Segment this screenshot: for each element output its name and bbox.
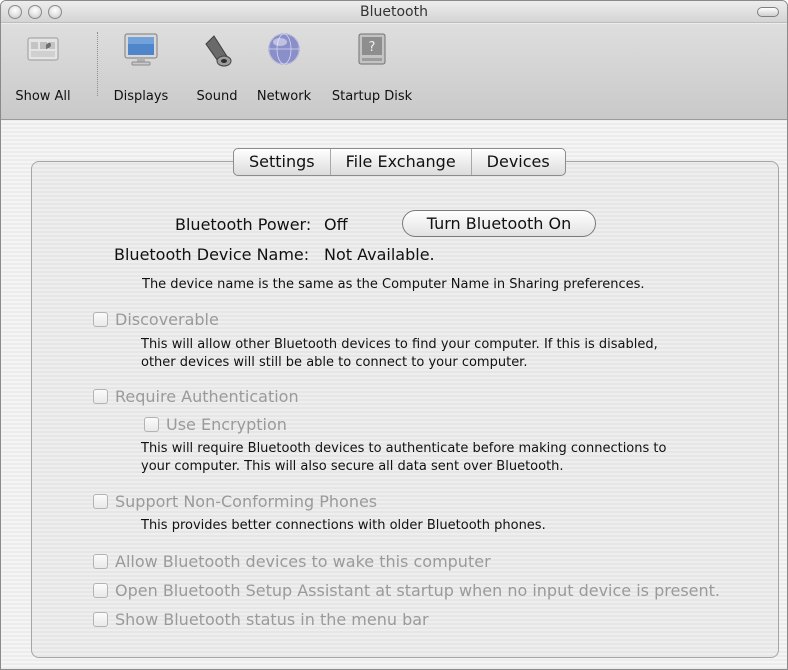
toolbar-label: Show All (15, 89, 71, 104)
require-authentication-desc-line1: This will require Bluetooth devices to a… (141, 441, 667, 456)
tab-file-exchange[interactable]: File Exchange (331, 149, 472, 175)
toolbar-separator (97, 32, 98, 96)
discoverable-desc-line1: This will allow other Bluetooth devices … (141, 337, 658, 352)
require-authentication-label: Require Authentication (115, 387, 299, 406)
non-conforming-phones-desc: This provides better connections with ol… (141, 518, 546, 533)
toolbar-show-all[interactable]: Show All (3, 28, 83, 104)
show-all-icon (24, 30, 62, 68)
device-name-note: The device name is the same as the Compu… (142, 277, 645, 292)
toolbar-startup-disk[interactable]: ? Startup Disk (324, 28, 420, 104)
toolbar-label: Startup Disk (331, 89, 413, 104)
require-authentication-desc-line2: your computer. This will also secure all… (141, 459, 564, 474)
sound-icon (198, 30, 236, 68)
use-encryption-label: Use Encryption (166, 415, 287, 434)
window-title: Bluetooth (360, 4, 428, 20)
setup-assistant-checkbox[interactable] (93, 583, 108, 598)
discoverable-checkbox[interactable] (93, 312, 108, 327)
toolbar-displays[interactable]: Displays (105, 28, 177, 104)
menu-bar-status-label: Show Bluetooth status in the menu bar (115, 610, 429, 629)
toolbar-toggle-button[interactable] (757, 7, 779, 17)
tab-bar: Settings File Exchange Devices (233, 148, 566, 176)
wake-computer-label: Allow Bluetooth devices to wake this com… (115, 552, 491, 571)
tab-settings[interactable]: Settings (234, 149, 331, 175)
svg-text:?: ? (369, 40, 376, 55)
preferences-window: Bluetooth Show All Displays Sound Networ… (0, 0, 788, 670)
toolbar-sound[interactable]: Sound (188, 28, 246, 104)
wake-computer-checkbox[interactable] (93, 554, 108, 569)
title-bar: Bluetooth (1, 1, 787, 23)
device-name-label: Bluetooth Device Name: (114, 245, 310, 264)
device-name-value: Not Available. (324, 245, 435, 264)
discoverable-desc-line2: other devices will still be able to conn… (141, 355, 528, 370)
displays-icon (122, 30, 160, 68)
startup-disk-icon: ? (353, 30, 391, 68)
require-authentication-checkbox[interactable] (93, 389, 108, 404)
use-encryption-checkbox[interactable] (144, 417, 159, 432)
bluetooth-power-label: Bluetooth Power: (175, 215, 312, 234)
toolbar-label: Displays (113, 89, 169, 104)
toolbar-network[interactable]: Network (248, 28, 320, 104)
toolbar-label: Network (256, 89, 312, 104)
non-conforming-phones-label: Support Non-Conforming Phones (115, 492, 378, 511)
menu-bar-status-checkbox[interactable] (93, 612, 108, 627)
setup-assistant-label: Open Bluetooth Setup Assistant at startu… (115, 581, 720, 600)
network-icon (265, 30, 303, 68)
toolbar-label: Sound (196, 89, 238, 104)
tab-devices[interactable]: Devices (472, 149, 565, 175)
discoverable-label: Discoverable (115, 310, 219, 329)
bluetooth-power-value: Off (324, 215, 348, 234)
non-conforming-phones-checkbox[interactable] (93, 494, 108, 509)
turn-bluetooth-on-button[interactable]: Turn Bluetooth On (402, 210, 596, 237)
toolbar: Show All Displays Sound Network ? Startu… (1, 24, 787, 120)
